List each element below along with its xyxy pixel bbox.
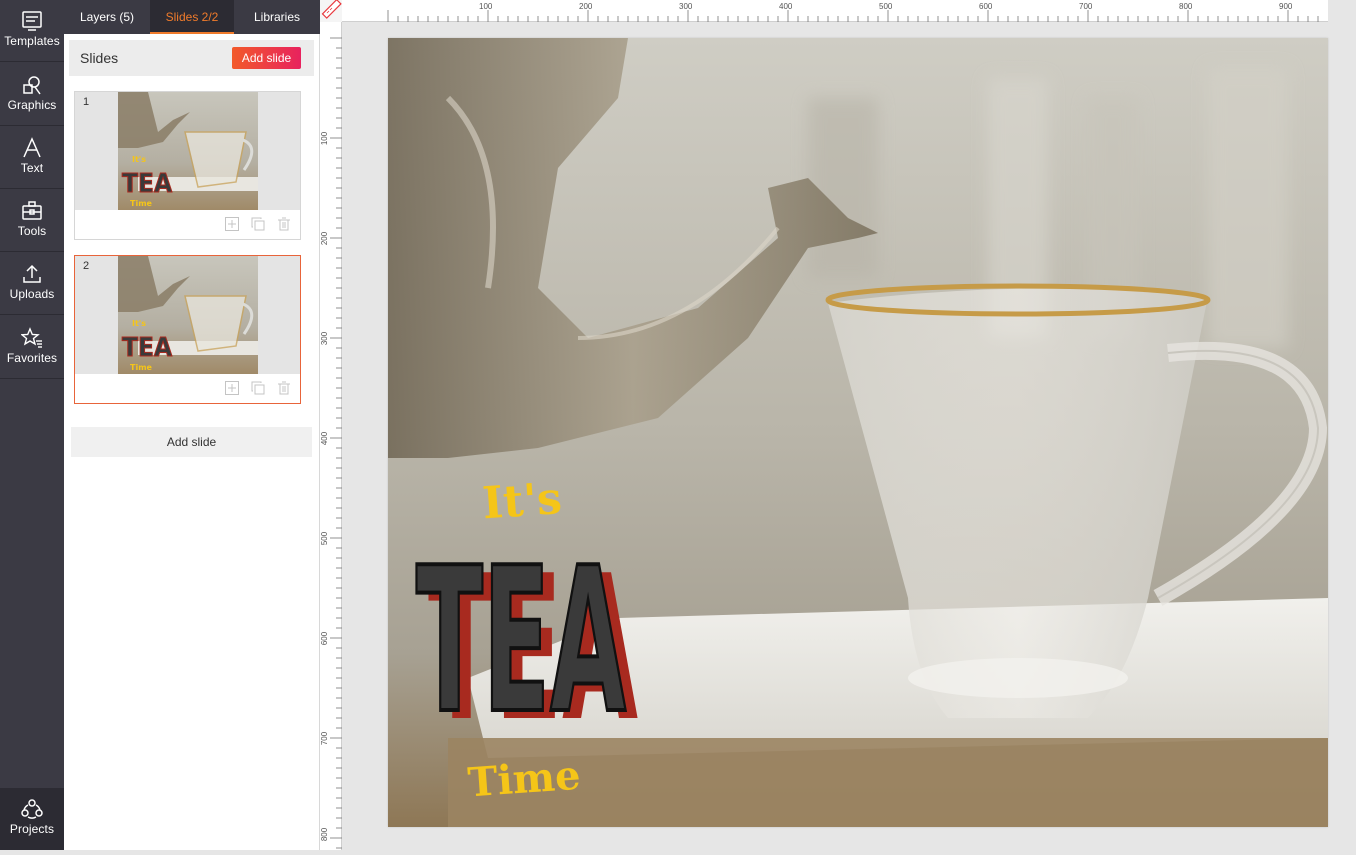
slide-thumbnail: It's TEA Time	[118, 256, 258, 374]
slides-panel: Layers (5) Slides 2/2 Libraries Slides A…	[64, 0, 320, 850]
canvas-text-time[interactable]: Time	[466, 752, 582, 807]
rail-item-graphics[interactable]: Graphics	[0, 64, 64, 126]
horizontal-ruler[interactable]: 100 200 300 400 500 600 700 800 900	[342, 0, 1328, 22]
slide-number: 2	[83, 260, 90, 272]
ruler-top-label: 200	[579, 2, 593, 11]
add-icon[interactable]	[224, 380, 240, 396]
rail-label-favorites: Favorites	[6, 351, 58, 365]
projects-icon	[21, 799, 43, 819]
svg-text:Time: Time	[130, 199, 153, 208]
ruler-top-label: 700	[1079, 2, 1093, 11]
rail-item-tools[interactable]: Tools	[0, 190, 64, 252]
rail-label-projects: Projects	[9, 822, 55, 836]
svg-text:It's: It's	[132, 319, 146, 328]
graphics-icon	[23, 76, 41, 95]
svg-text:TEA: TEA	[122, 169, 172, 199]
trash-icon[interactable]	[276, 216, 292, 232]
add-slide-button[interactable]: Add slide	[232, 47, 301, 69]
favorites-icon	[21, 327, 42, 348]
canvas-text-tea: TEA	[416, 525, 626, 758]
duplicate-icon[interactable]	[250, 380, 266, 396]
ruler-top-label: 400	[779, 2, 793, 11]
tools-icon	[22, 201, 42, 220]
tab-libraries[interactable]: Libraries	[234, 0, 320, 34]
duplicate-icon[interactable]	[250, 216, 266, 232]
slide-actions	[218, 374, 300, 403]
rail-item-templates[interactable]: Templates	[0, 0, 64, 62]
slide-thumb-area: 2 It's TEA Time	[75, 256, 300, 374]
ruler-left-label: 600	[320, 631, 330, 646]
ruler-left-label: 700	[320, 731, 330, 746]
text-icon	[23, 137, 41, 158]
ruler-left-label: 300	[320, 331, 330, 346]
svg-text:It's: It's	[132, 155, 146, 164]
ruler-left-label: 400	[320, 431, 330, 446]
tab-slides[interactable]: Slides 2/2	[150, 0, 234, 34]
slide-actions	[218, 210, 300, 239]
ruler-corner[interactable]	[320, 0, 342, 22]
vertical-ruler[interactable]: 100 200 300 400 500 600 700 800	[320, 22, 342, 850]
ruler-top-label: 900	[1279, 2, 1293, 11]
slide-thumbnail: It's TEA Time	[118, 92, 258, 210]
slides-header: Slides Add slide	[69, 40, 314, 76]
left-tool-rail: Templates Graphics Text Tools Uploads Fa…	[0, 0, 64, 850]
rail-label-tools: Tools	[17, 224, 47, 238]
ruler-left-label: 500	[320, 531, 330, 546]
slide-card-2[interactable]: 2 It's TEA Time	[74, 255, 301, 404]
tab-layers[interactable]: Layers (5)	[64, 0, 150, 34]
add-icon[interactable]	[224, 216, 240, 232]
ruler-top-label: 800	[1179, 2, 1193, 11]
ruler-unit-icon	[321, 0, 342, 19]
ruler-top-label: 300	[679, 2, 693, 11]
ruler-top-label: 600	[979, 2, 993, 11]
add-slide-bottom-button[interactable]: Add slide	[71, 427, 312, 457]
ruler-left-label: 100	[320, 131, 330, 146]
slide-thumb-area: 1 It's TEA Time	[75, 92, 300, 210]
ruler-left-label: 800	[320, 827, 330, 842]
design-canvas[interactable]: It's TEA TEA Time	[388, 38, 1328, 827]
trash-icon[interactable]	[276, 380, 292, 396]
rail-label-graphics: Graphics	[7, 98, 57, 112]
rail-label-templates: Templates	[4, 34, 60, 48]
rail-item-favorites[interactable]: Favorites	[0, 317, 64, 379]
ruler-top-label: 100	[479, 2, 493, 11]
canvas-text-tea-group[interactable]: TEA TEA	[414, 523, 638, 766]
slide-number: 1	[83, 96, 90, 108]
slide-card-1[interactable]: 1 It's TEA Time	[74, 91, 301, 240]
slides-title: Slides	[80, 50, 119, 66]
rail-label-text: Text	[20, 161, 44, 175]
rail-item-uploads[interactable]: Uploads	[0, 253, 64, 315]
uploads-icon	[23, 264, 41, 283]
svg-text:Time: Time	[130, 363, 153, 372]
rail-item-projects[interactable]: Projects	[0, 788, 64, 850]
templates-icon	[22, 11, 42, 31]
canvas-photo: It's TEA TEA Time	[388, 38, 1328, 827]
svg-text:TEA: TEA	[122, 333, 172, 363]
ruler-left-label: 200	[320, 231, 330, 246]
panel-tabs: Layers (5) Slides 2/2 Libraries	[64, 0, 320, 34]
canvas-text-its[interactable]: It's	[481, 473, 564, 529]
ruler-top-label: 500	[879, 2, 893, 11]
rail-label-uploads: Uploads	[9, 287, 55, 301]
rail-item-text[interactable]: Text	[0, 127, 64, 189]
